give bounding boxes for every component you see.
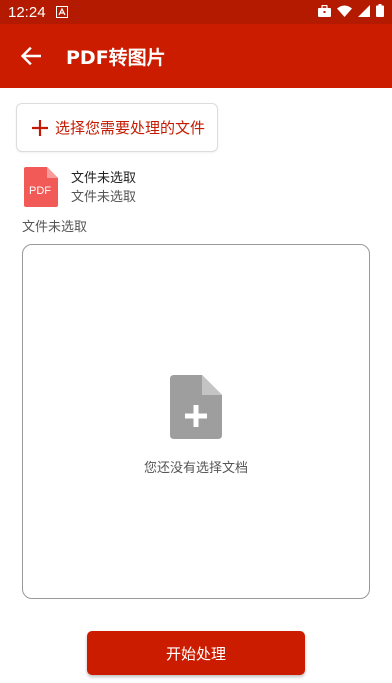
app-bar: PDF转图片 <box>0 24 392 88</box>
file-detail: 文件未选取 <box>71 190 137 205</box>
battery-icon <box>376 3 384 21</box>
wifi-icon <box>337 3 352 21</box>
back-button[interactable] <box>3 28 59 84</box>
plus-icon <box>31 119 49 137</box>
cellular-signal-icon <box>358 3 370 21</box>
document-drop-area[interactable]: 您还没有选择文档 <box>22 244 370 599</box>
select-file-label: 选择您需要处理的文件 <box>55 119 206 137</box>
status-bar: 12:24 <box>0 0 392 24</box>
empty-state-text: 您还没有选择文档 <box>143 461 248 476</box>
arrow-back-icon <box>21 47 41 65</box>
briefcase-icon <box>318 3 331 21</box>
start-processing-label: 开始处理 <box>165 644 226 663</box>
start-processing-button[interactable]: 开始处理 <box>87 631 305 675</box>
app-notification-icon <box>55 6 68 18</box>
file-name: 文件未选取 <box>71 171 137 186</box>
select-file-button[interactable]: 选择您需要处理的文件 <box>16 103 218 152</box>
document-add-icon <box>170 375 222 439</box>
selected-file-item: PDF 文件未选取 文件未选取 <box>24 167 136 207</box>
page-title: PDF转图片 <box>66 46 166 69</box>
pdf-icon-label: PDF <box>29 185 51 197</box>
file-status-label: 文件未选取 <box>22 220 88 235</box>
status-icons <box>318 3 384 21</box>
status-time: 12:24 <box>8 3 46 21</box>
pdf-file-icon: PDF <box>24 167 58 207</box>
